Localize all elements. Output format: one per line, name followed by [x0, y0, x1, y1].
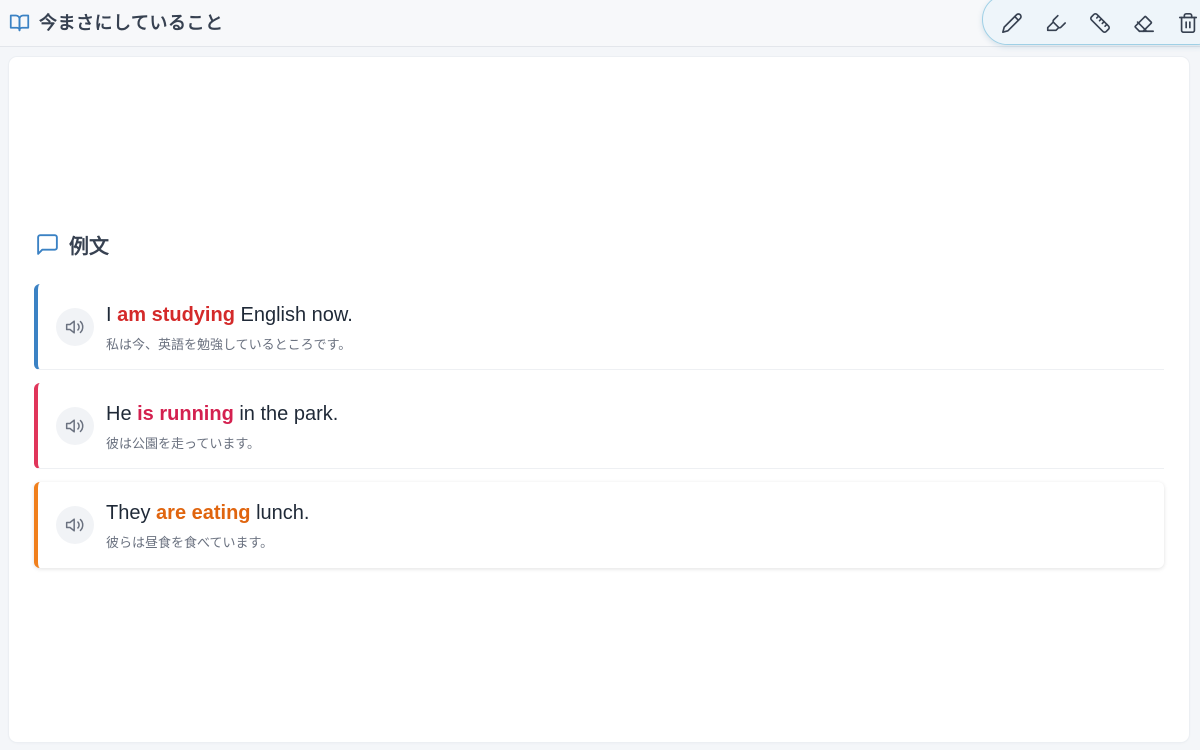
speaker-icon	[65, 320, 84, 334]
example-sentence-1: I am studying English now. 私は今、英語を勉強している…	[34, 284, 1164, 370]
english-sentence: He is running in the park.	[106, 403, 338, 426]
highlighted-verb: is running	[137, 403, 234, 425]
play-audio-button-1[interactable]	[56, 308, 94, 346]
speaker-icon	[65, 419, 84, 433]
sentence-text: He	[106, 403, 138, 425]
eraser-icon	[1134, 15, 1154, 32]
book-open-icon	[9, 12, 30, 33]
play-audio-button-3[interactable]	[56, 506, 94, 544]
highlighter-button[interactable]	[1044, 11, 1068, 35]
highlighted-verb: are eating	[156, 502, 251, 524]
japanese-translation: 私は今、英語を勉強しているところです。	[106, 338, 352, 353]
ruler-button[interactable]	[1088, 11, 1112, 35]
sentence-text: English now.	[234, 304, 353, 326]
header-title-group: 今まさにしていること	[9, 11, 224, 34]
trash-icon	[1178, 12, 1198, 33]
delete-button[interactable]	[1176, 11, 1200, 35]
speaker-icon	[65, 518, 84, 532]
english-sentence: They are eating lunch.	[106, 502, 309, 525]
highlighter-icon	[1046, 14, 1066, 31]
ruler-icon	[1090, 12, 1110, 33]
sentence-text: They	[106, 502, 157, 524]
content-card: 例文 I am studying English now. 私は今、英語を勉強し…	[9, 57, 1189, 742]
sentence-text: in the park.	[233, 403, 339, 425]
example-sentence-3: They are eating lunch. 彼らは昼食を食べています。	[34, 482, 1164, 568]
highlighted-verb: am studying	[117, 304, 235, 326]
sentence-text: lunch.	[250, 502, 310, 524]
eraser-button[interactable]	[1132, 11, 1156, 35]
section-heading: 例文	[35, 231, 109, 258]
pencil-button[interactable]	[1000, 11, 1024, 35]
drawing-toolbar	[982, 0, 1200, 45]
example-sentence-2: He is running in the park. 彼は公園を走っています。	[34, 383, 1164, 469]
play-audio-button-2[interactable]	[56, 407, 94, 445]
english-sentence: I am studying English now.	[106, 304, 353, 327]
page-title: 今まさにしていること	[39, 13, 224, 34]
japanese-translation: 彼は公園を走っています。	[106, 437, 261, 452]
sentence-text: I	[106, 304, 118, 326]
pencil-icon	[1002, 12, 1022, 33]
message-square-icon	[35, 232, 60, 257]
japanese-translation: 彼らは昼食を食べています。	[106, 536, 274, 551]
section-title: 例文	[69, 233, 109, 258]
